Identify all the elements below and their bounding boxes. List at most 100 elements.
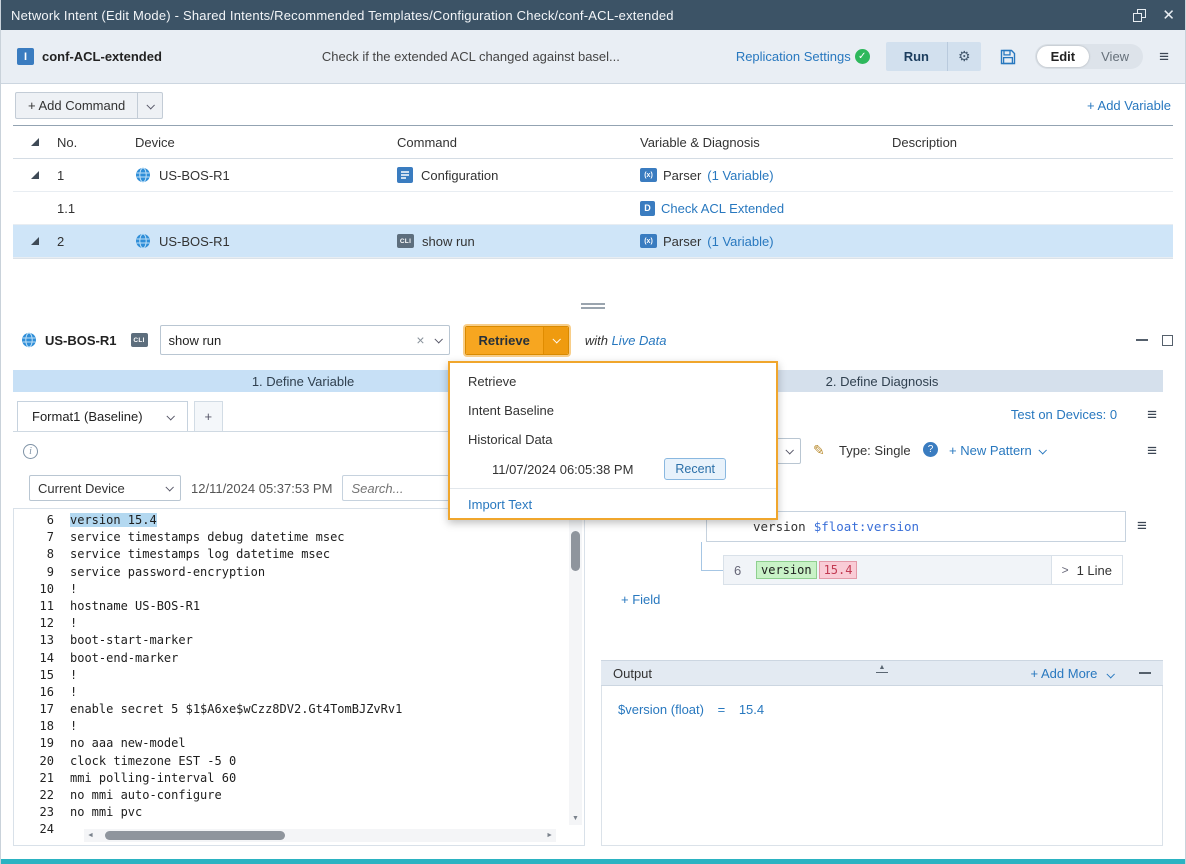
replication-settings-link[interactable]: Replication Settings [736, 49, 851, 64]
chevron-right-icon: > [1062, 563, 1069, 577]
history-timestamp: 11/07/2024 06:05:38 PM [492, 462, 633, 477]
run-button[interactable]: Run [886, 42, 947, 71]
parser-label: Parser [663, 234, 701, 249]
add-command-label[interactable]: + Add Command [16, 93, 137, 118]
match-key: version [756, 561, 817, 579]
run-settings-gear-icon[interactable]: ⚙ [947, 42, 981, 71]
edit-view-toggle: Edit View [1035, 44, 1144, 69]
scroll-right-icon[interactable]: ► [543, 832, 556, 839]
add-command-chevron-down-icon[interactable] [137, 93, 162, 118]
info-icon[interactable]: i [23, 444, 38, 459]
select-chevron-down-icon [785, 446, 793, 454]
code-line: 8service timestamps log datetime msec [14, 546, 566, 563]
vertical-scroll-thumb[interactable] [571, 531, 580, 571]
horizontal-scroll-thumb[interactable] [105, 831, 285, 840]
minimize-icon[interactable] [1136, 339, 1148, 341]
tree-connector [701, 570, 723, 571]
pattern-match-row[interactable]: 6 version 15.4 > 1 Line [723, 555, 1123, 585]
add-tab-button[interactable]: + [194, 401, 224, 431]
new-pattern-link[interactable]: + New Pattern [949, 443, 1045, 458]
live-data-link[interactable]: Live Data [612, 333, 667, 348]
parser-variable-link[interactable]: (1 Variable) [707, 168, 773, 183]
parser-label: Parser [663, 168, 701, 183]
type-value: Single [874, 443, 910, 458]
output-value: 15.4 [739, 702, 764, 717]
pattern-menu-icon[interactable]: ≡ [1137, 517, 1147, 534]
code-line: 20clock timezone EST -5 0 [14, 753, 566, 770]
table-row-selected[interactable]: 2 US-BOS-R1 CLI show run (x) Parser (1 V… [13, 225, 1173, 258]
output-minimize-icon[interactable] [1139, 672, 1151, 674]
add-more-link[interactable]: + Add More [1031, 666, 1113, 681]
scroll-down-icon[interactable]: ▼ [572, 813, 579, 825]
close-icon[interactable]: ✕ [1162, 8, 1175, 23]
intent-description[interactable]: Check if the extended ACL changed agains… [322, 49, 620, 64]
vertical-scrollbar[interactable]: ▲ ▼ [569, 513, 582, 825]
data-timestamp: 12/11/2024 05:37:53 PM [191, 481, 332, 496]
cli-icon: CLI [131, 333, 148, 347]
menu-item-history-time[interactable]: 11/07/2024 06:05:38 PM Recent [450, 454, 776, 484]
code-lines: 6version 15.47service timestamps debug d… [14, 512, 566, 845]
menu-item-retrieve[interactable]: Retrieve [450, 367, 776, 396]
save-button[interactable] [997, 46, 1019, 68]
window-bottom-strip [1, 859, 1185, 864]
header-device: Device [135, 135, 397, 150]
parser-variable-link[interactable]: (1 Variable) [707, 234, 773, 249]
menu-item-intent-baseline[interactable]: Intent Baseline [450, 396, 776, 425]
code-line: 14boot-end-marker [14, 650, 566, 667]
output-equals: = [718, 702, 726, 717]
combobox-chevron-down-icon[interactable] [434, 335, 442, 343]
maximize-icon[interactable] [1162, 335, 1173, 346]
pencil-icon[interactable]: ✎ [813, 442, 825, 459]
recent-button[interactable]: Recent [664, 458, 726, 480]
add-field-link[interactable]: + Field [621, 592, 660, 607]
horizontal-scrollbar[interactable]: ◄ ► [84, 829, 556, 842]
retrieve-chevron-down-icon[interactable] [543, 327, 568, 354]
clear-icon[interactable]: × [416, 332, 424, 348]
scroll-left-icon[interactable]: ◄ [84, 832, 97, 839]
cli-icon: CLI [397, 234, 414, 248]
menu-item-historical-data[interactable]: Historical Data [450, 425, 776, 454]
view-mode-button[interactable]: View [1089, 46, 1141, 67]
device-globe-icon [135, 167, 151, 183]
expand-all-triangle-icon[interactable] [31, 138, 39, 146]
pattern-list-menu-icon[interactable]: ≡ [1147, 442, 1157, 459]
device-name: US-BOS-R1 [159, 168, 230, 183]
network-intent-window: Network Intent (Edit Mode) - Shared Inte… [0, 0, 1186, 864]
table-row[interactable]: 1 US-BOS-R1 Configuration (x) Parser (1 … [13, 159, 1173, 192]
code-line: 10! [14, 581, 566, 598]
device-globe-icon [21, 332, 37, 348]
restore-icon[interactable] [1133, 9, 1146, 22]
row-expand-triangle-icon[interactable] [31, 237, 39, 245]
help-icon[interactable]: ? [923, 442, 938, 457]
pattern-prefix: version [753, 519, 806, 534]
table-row[interactable]: 1.1 D Check ACL Extended [13, 192, 1173, 225]
add-variable-link[interactable]: + Add Variable [1087, 98, 1171, 113]
config-editor[interactable]: 6version 15.47service timestamps debug d… [13, 508, 585, 846]
diagnosis-link[interactable]: Check ACL Extended [661, 201, 784, 216]
tab-chevron-down-icon[interactable] [166, 412, 174, 420]
device-select[interactable]: Current Device [29, 475, 181, 501]
edit-mode-button[interactable]: Edit [1037, 46, 1090, 67]
row-no: 2 [57, 234, 135, 249]
retrieve-button[interactable]: Retrieve [466, 327, 543, 354]
output-body: $version (float) = 15.4 [601, 686, 1163, 846]
splitter-handle[interactable] [1, 303, 1185, 315]
header-no: No. [57, 135, 135, 150]
test-on-devices-link[interactable]: Test on Devices: 0 [1011, 407, 1117, 422]
window-title: Network Intent (Edit Mode) - Shared Inte… [11, 8, 674, 23]
menu-item-import-text[interactable]: Import Text [450, 491, 776, 517]
row-expand-triangle-icon[interactable] [31, 171, 39, 179]
tab-format1-baseline[interactable]: Format1 (Baseline) [17, 401, 188, 431]
command-combobox[interactable]: show run × [160, 325, 450, 355]
code-line: 7service timestamps debug datetime msec [14, 529, 566, 546]
retrieve-split-button: Retrieve [465, 326, 569, 355]
add-command-button[interactable]: + Add Command [15, 92, 163, 119]
menu-icon[interactable]: ≡ [1159, 48, 1169, 65]
command-table-header: No. Device Command Variable & Diagnosis … [13, 125, 1173, 159]
collapse-icon[interactable]: ▲ [876, 664, 888, 673]
title-bar: Network Intent (Edit Mode) - Shared Inte… [1, 0, 1185, 30]
intent-toolbar: I conf-ACL-extended Check if the extende… [1, 30, 1185, 84]
match-line-count[interactable]: > 1 Line [1051, 556, 1122, 584]
diagnosis-menu-icon[interactable]: ≡ [1147, 406, 1157, 423]
tree-connector [701, 542, 702, 570]
